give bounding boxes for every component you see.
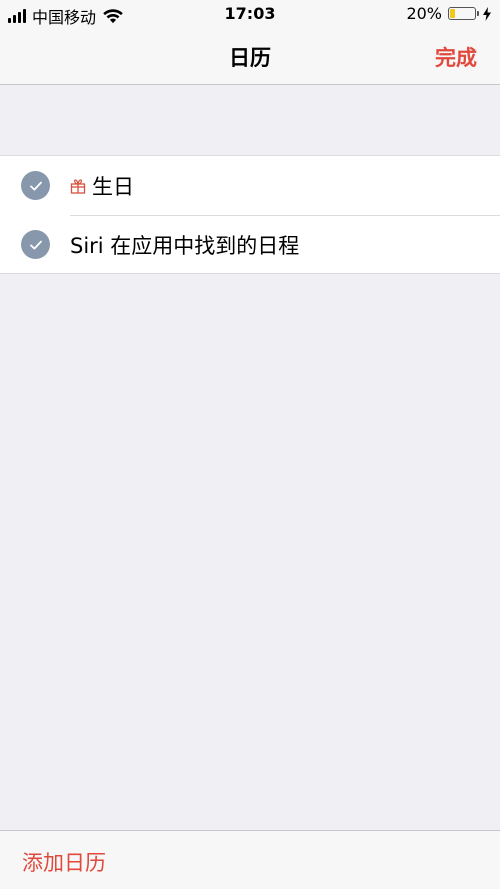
status-left: 中国移动 <box>8 4 124 28</box>
page-title: 日历 <box>229 46 271 70</box>
wifi-icon <box>103 9 123 24</box>
calendar-item-label: 生日 <box>92 174 134 199</box>
bottom-toolbar: 添加日历 <box>0 830 500 889</box>
calendar-item-siri-found[interactable]: Siri 在应用中找到的日程 <box>0 215 500 274</box>
battery-percent: 20% <box>406 4 442 23</box>
battery-icon <box>448 7 479 20</box>
battery-level <box>450 9 455 18</box>
carrier-label: 中国移动 <box>32 8 97 27</box>
status-right: 20% <box>406 4 492 23</box>
charging-bolt-icon <box>483 6 491 21</box>
checkmark-icon[interactable] <box>21 230 50 259</box>
calendar-item-label: Siri 在应用中找到的日程 <box>70 233 300 258</box>
status-bar: 中国移动 17:03 20% <box>0 0 500 28</box>
calendar-item-content: 生日 <box>70 156 134 215</box>
gift-icon <box>70 178 86 194</box>
navigation-bar: 日历 完成 <box>0 28 500 85</box>
calendar-list: 生日 Siri 在应用中找到的日程 <box>0 155 500 274</box>
calendar-item-birthdays[interactable]: 生日 <box>0 156 500 215</box>
add-calendar-button[interactable]: 添加日历 <box>22 847 106 877</box>
calendar-item-content: Siri 在应用中找到的日程 <box>70 215 299 274</box>
signal-icon <box>8 9 26 23</box>
checkmark-icon[interactable] <box>21 171 50 200</box>
done-button[interactable]: 完成 <box>435 42 477 72</box>
